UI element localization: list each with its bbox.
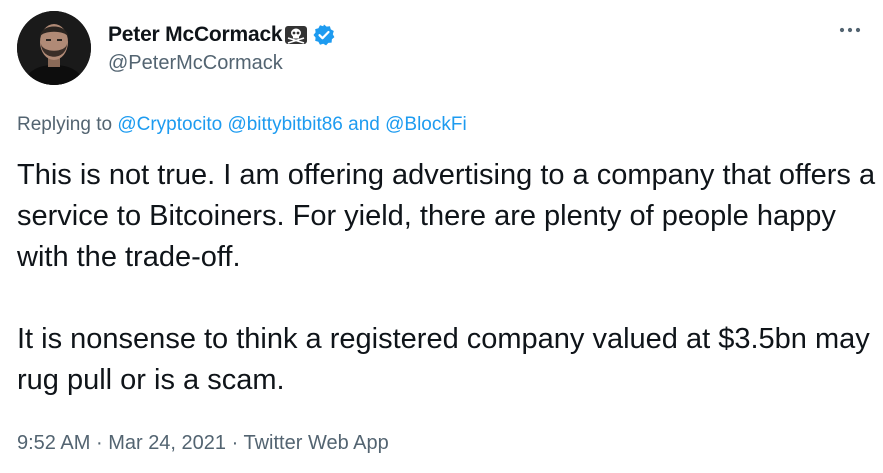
mention-link-blockfi[interactable]: @BlockFi <box>385 114 467 135</box>
mention-link-cryptocito[interactable]: @Cryptocito <box>117 114 222 135</box>
replying-to-label: Replying to <box>17 114 113 135</box>
tweet-time[interactable]: 9:52 AM <box>17 432 90 454</box>
mention-conjunction: and <box>348 114 380 135</box>
user-handle[interactable]: @PeterMcCormack <box>108 52 283 75</box>
more-dots-icon <box>839 27 861 33</box>
replying-to-line: Replying to @Cryptocito @bittybitbit86 a… <box>17 114 467 136</box>
tweet-text: This is not true. I am offering advertis… <box>17 155 877 401</box>
tweet-paragraph-2: It is nonsense to think a registered com… <box>17 323 870 396</box>
mention-link-bittybitbit86[interactable]: @bittybitbit86 <box>227 114 342 135</box>
name-row: Peter McCormack <box>108 22 336 48</box>
tweet-card: Peter McCormack @PeterMcCormack Replying… <box>0 0 883 473</box>
tweet-paragraph-1: This is not true. I am offering advertis… <box>17 159 876 273</box>
skull-and-crossbones-icon <box>284 25 308 45</box>
tweet-date[interactable]: Mar 24, 2021 <box>108 432 226 454</box>
avatar-image <box>17 11 91 85</box>
tweet-source[interactable]: Twitter Web App <box>243 432 388 454</box>
avatar[interactable] <box>17 11 91 85</box>
meta-separator: · <box>231 432 239 454</box>
display-name[interactable]: Peter McCormack <box>108 23 283 47</box>
more-options-button[interactable] <box>832 18 868 42</box>
tweet-meta: 9:52 AM · Mar 24, 2021 · Twitter Web App <box>17 432 389 455</box>
verified-badge-icon <box>312 23 336 47</box>
meta-separator: · <box>95 432 103 454</box>
